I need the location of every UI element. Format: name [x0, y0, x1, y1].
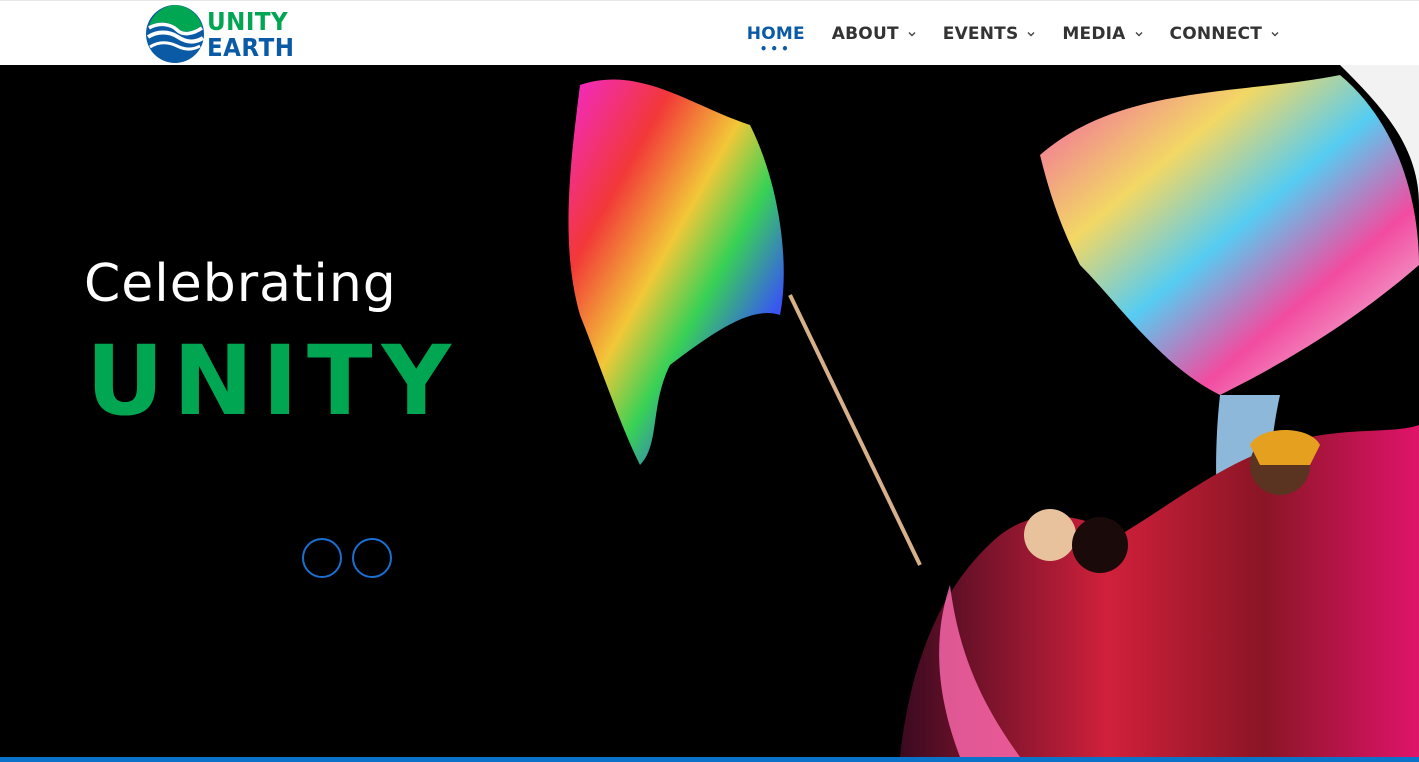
site-logo[interactable]: UNITY EARTH — [145, 4, 310, 64]
chevron-down-icon — [1135, 31, 1143, 36]
nav-events[interactable]: EVENTS — [943, 24, 1036, 44]
hero-subtitle: Celebrating — [84, 254, 397, 314]
nav-media[interactable]: MEDIA — [1062, 23, 1143, 44]
active-indicator: ••• — [759, 41, 792, 56]
hero-title: UNITY — [86, 325, 461, 437]
globe-s-icon — [146, 5, 205, 63]
chevron-down-icon — [1027, 31, 1035, 36]
slide-1-button[interactable] — [302, 538, 342, 578]
nav-home[interactable]: HOME ••• — [746, 23, 805, 55]
hero-slider: Celebrating UNITY — [0, 65, 1419, 757]
nav-home-label: HOME — [746, 23, 805, 44]
slide-2-button[interactable] — [352, 538, 392, 578]
slider-controls — [302, 538, 402, 578]
nav-connect-label: CONNECT — [1169, 23, 1262, 44]
nav-about-label: ABOUT — [831, 23, 899, 44]
nav-connect[interactable]: CONNECT — [1170, 24, 1279, 44]
nav-media-label: MEDIA — [1062, 23, 1126, 44]
hero-image — [568, 65, 1419, 757]
logo-wordmark: UNITY EARTH — [207, 9, 302, 60]
logo-line-earth: EARTH — [207, 32, 295, 62]
nav-events-label: EVENTS — [942, 23, 1019, 44]
site-header: UNITY EARTH HOME ••• ABOUT EVENTS MEDIA … — [0, 0, 1419, 65]
logo-line-unity: UNITY — [207, 6, 289, 36]
bottom-accent-bar — [0, 757, 1419, 762]
chevron-down-icon — [1271, 31, 1279, 36]
main-nav: HOME ••• ABOUT EVENTS MEDIA CONNECT — [747, 1, 1279, 66]
nav-about[interactable]: ABOUT — [832, 24, 916, 44]
chevron-down-icon — [908, 31, 916, 36]
